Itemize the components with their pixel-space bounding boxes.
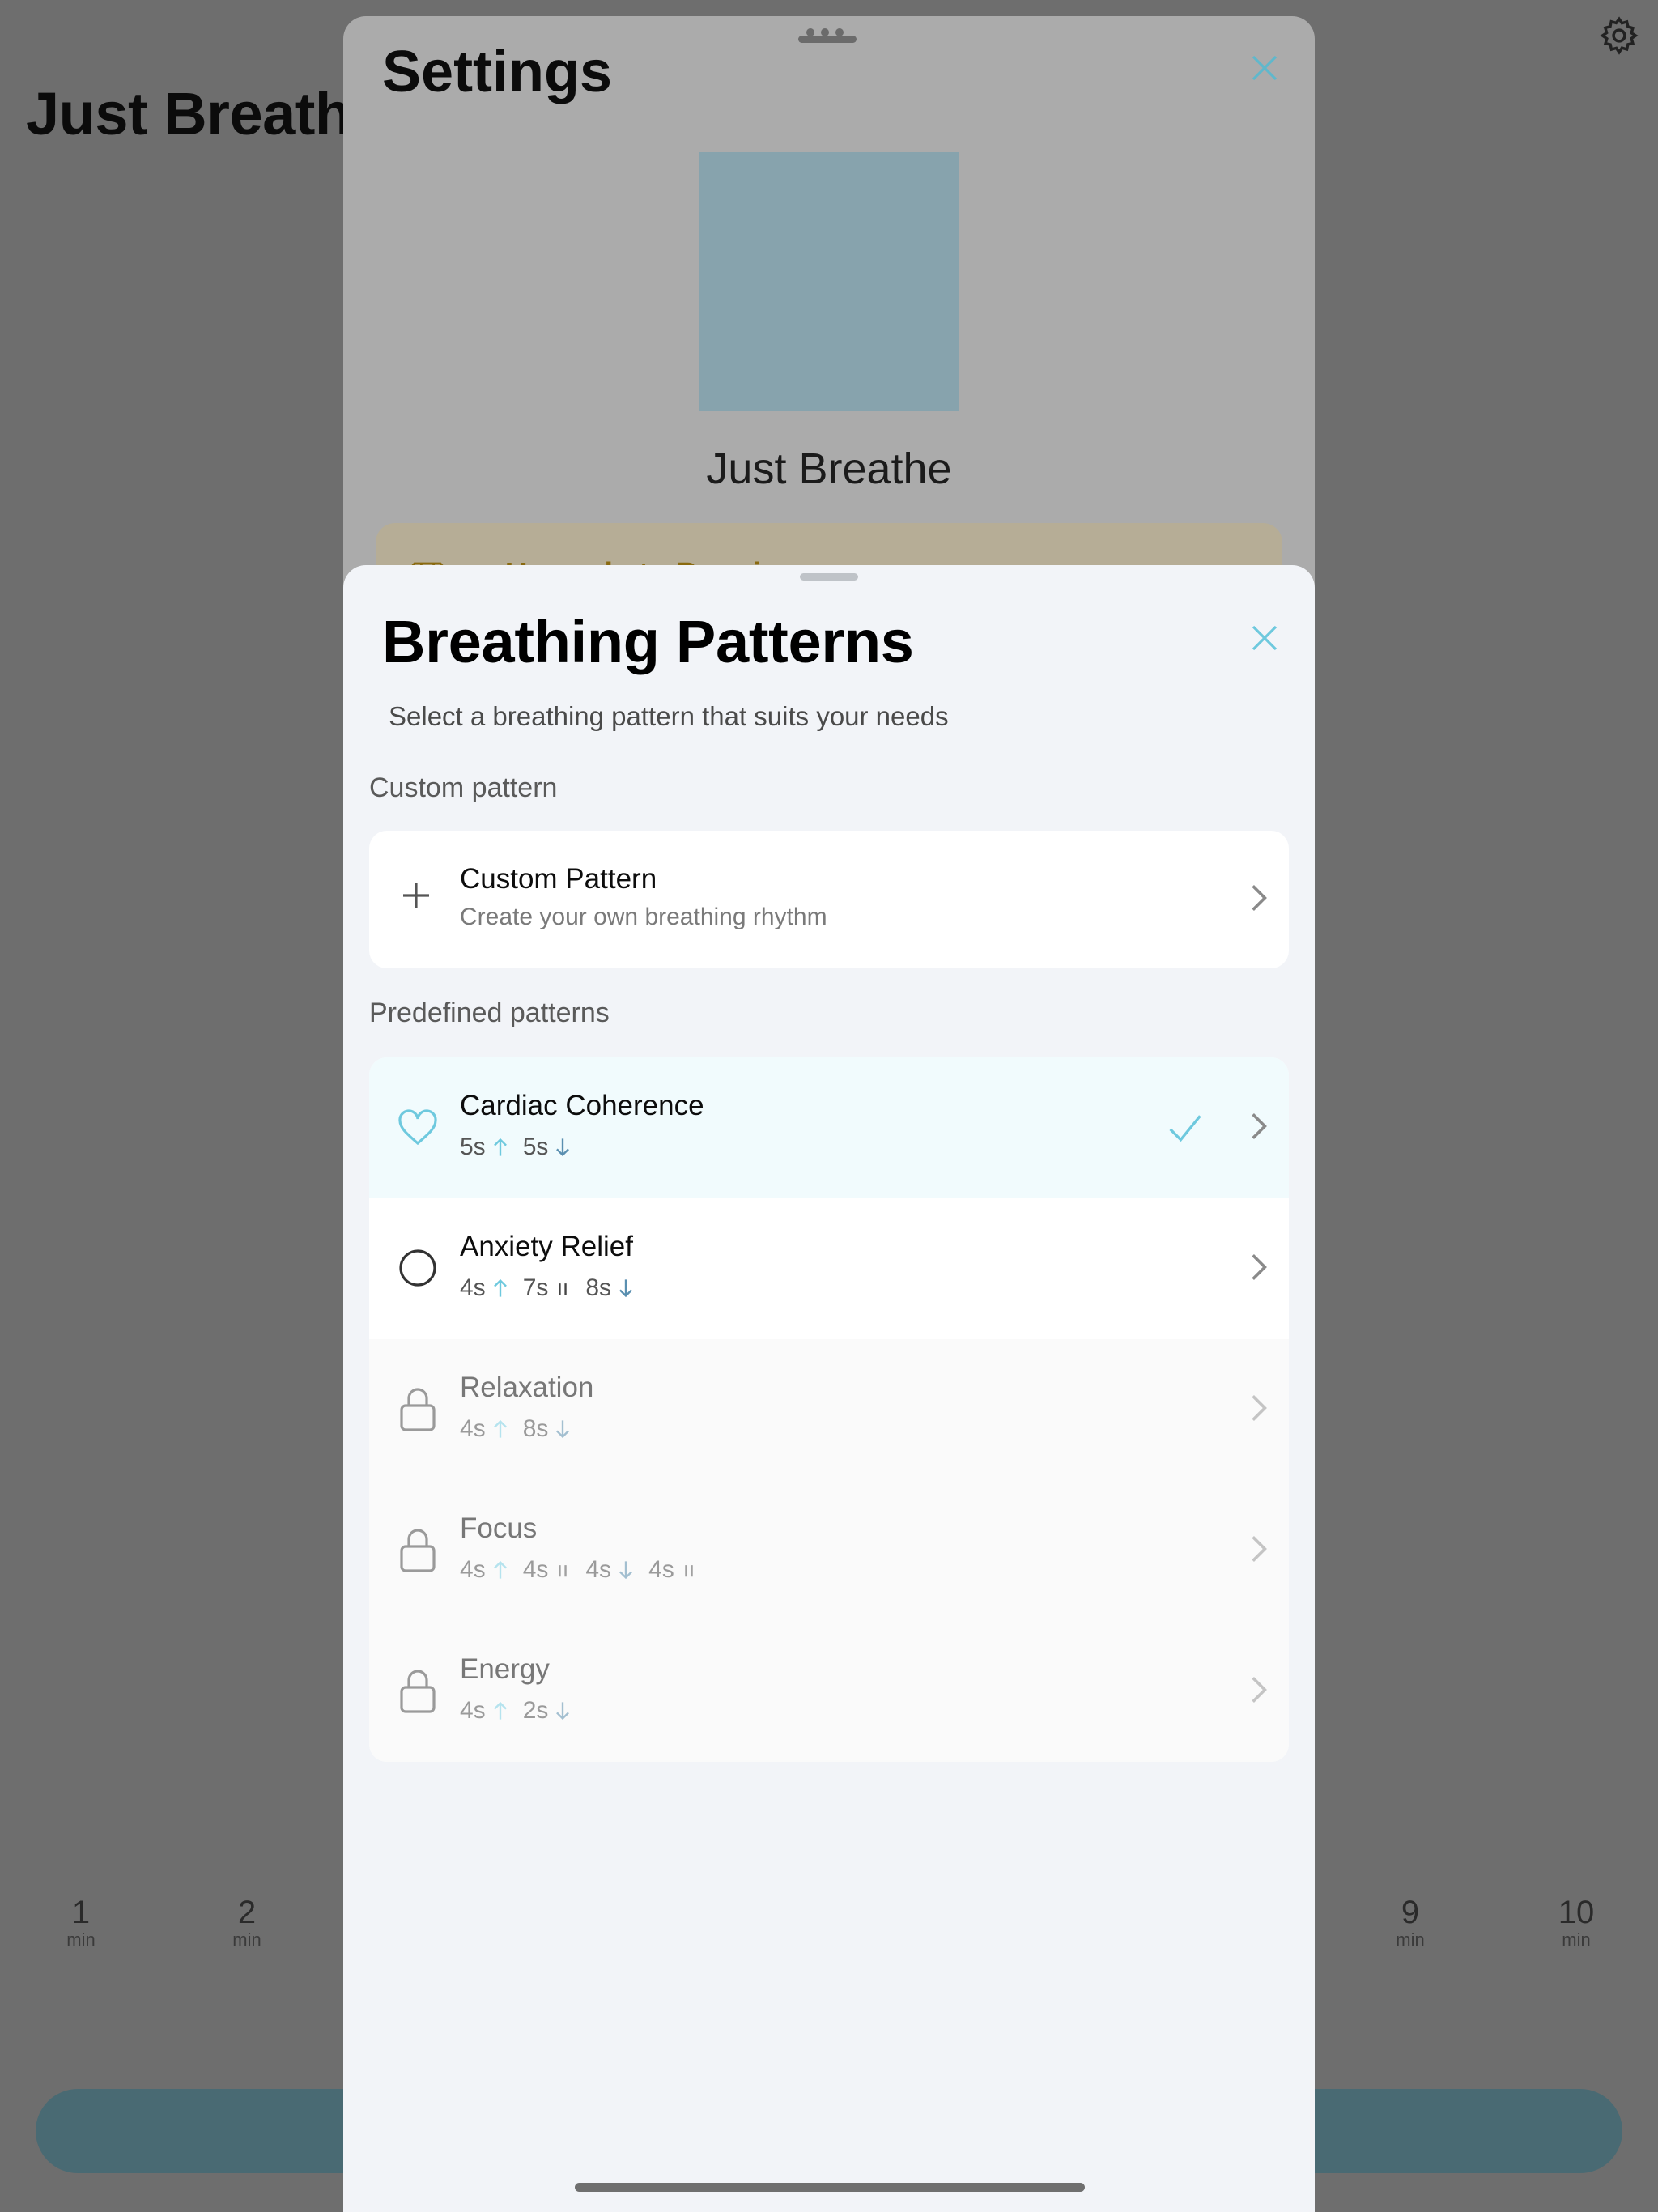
arrow-down-icon [556,1420,570,1439]
lock-icon [400,1529,436,1572]
pattern-row-relaxation[interactable]: Relaxation 4s 8s [369,1339,1289,1480]
lock-icon [400,1670,436,1713]
chevron-right-icon [1252,1677,1267,1703]
step-duration: 4s [460,1274,486,1301]
step-duration: 7s [522,1274,549,1301]
minute-option-9[interactable]: 9 min [1362,1895,1459,1950]
pause-icon [559,1565,568,1577]
breathing-patterns-sheet: Breathing Patterns Select a breathing pa… [343,565,1315,2212]
arrow-up-icon [493,1419,507,1438]
settings-title: Settings [382,40,613,104]
minute-option-2[interactable]: 2 min [198,1895,295,1950]
arrow-down-icon [619,1561,632,1580]
chevron-right-icon [1252,1254,1267,1280]
close-icon[interactable] [1248,622,1281,654]
step-duration: 8s [522,1415,549,1442]
arrow-down-icon [556,1138,570,1157]
sheet-subtitle: Select a breathing pattern that suits yo… [389,701,949,731]
step-duration: 4s [648,1556,674,1583]
arrow-down-icon [556,1702,570,1721]
arrow-up-icon [493,1138,507,1156]
pattern-timings: 4s 8s [460,1415,579,1443]
step-duration: 4s [460,1697,486,1724]
pause-icon [685,1565,693,1577]
predefined-section-label: Predefined patterns [369,998,610,1028]
pattern-timings: 4s 7s 8s [460,1274,642,1302]
arrow-down-icon [619,1279,632,1298]
home-indicator[interactable] [575,2183,1085,2192]
circle-icon [399,1249,436,1287]
close-icon[interactable] [1248,52,1281,84]
step-duration: 5s [460,1134,486,1160]
step-duration: 4s [460,1415,486,1442]
app-name: Just Breathe [706,445,952,493]
step-duration: 4s [522,1556,549,1583]
pattern-title: Anxiety Relief [460,1231,633,1262]
pattern-timings: 4s 2s [460,1697,579,1725]
gear-icon[interactable] [1598,15,1640,57]
app-logo [699,152,959,411]
custom-section-label: Custom pattern [369,772,558,803]
pattern-timings: 5s 5s [460,1134,579,1161]
sheet-title: Breathing Patterns [382,608,914,675]
pattern-title: Cardiac Coherence [460,1090,704,1121]
checkmark-icon [1169,1115,1201,1142]
app-title: Just Breathe [26,80,385,147]
sheet-grabber[interactable] [800,573,858,581]
chevron-right-icon [1252,1113,1267,1139]
arrow-up-icon [493,1278,507,1297]
sheet-grabber[interactable] [798,26,857,43]
pattern-title: Relaxation [460,1372,594,1403]
pattern-row-anxiety-relief[interactable]: Anxiety Relief 4s 7s 8s [369,1198,1289,1339]
pattern-timings: 4s 4s 4s 4s [460,1556,705,1584]
pattern-title: Energy [460,1653,550,1685]
chevron-right-icon [1252,1395,1267,1421]
pause-icon [559,1283,568,1295]
step-duration: 5s [522,1134,549,1160]
step-duration: 4s [585,1556,612,1583]
pattern-row-cardiac-coherence[interactable]: Cardiac Coherence 5s 5s [369,1057,1289,1198]
step-duration: 4s [460,1556,486,1583]
minute-option-1[interactable]: 1 min [32,1895,130,1950]
arrow-up-icon [493,1701,507,1720]
arrow-up-icon [493,1560,507,1579]
custom-pattern-subtitle: Create your own breathing rhythm [460,904,827,930]
pattern-title: Focus [460,1512,538,1544]
pattern-row-energy[interactable]: Energy 4s 2s [369,1621,1289,1762]
custom-pattern-title: Custom Pattern [460,863,657,895]
lock-icon [400,1388,436,1431]
chevron-right-icon [1252,885,1267,911]
predefined-patterns-list: Cardiac Coherence 5s 5s Anxiety Relief 4s 7s 8… [369,1057,1289,1762]
custom-pattern-card: Custom Pattern Create your own breathing… [369,831,1289,968]
custom-pattern-row[interactable]: Custom Pattern Create your own breathing… [369,831,1289,968]
pattern-row-focus[interactable]: Focus 4s 4s 4s 4s [369,1480,1289,1621]
chevron-right-icon [1252,1536,1267,1562]
minute-option-10[interactable]: 10 min [1528,1895,1625,1950]
step-duration: 2s [522,1697,549,1724]
heart-icon [398,1109,437,1146]
step-duration: 8s [585,1274,612,1301]
plus-icon [403,883,429,908]
